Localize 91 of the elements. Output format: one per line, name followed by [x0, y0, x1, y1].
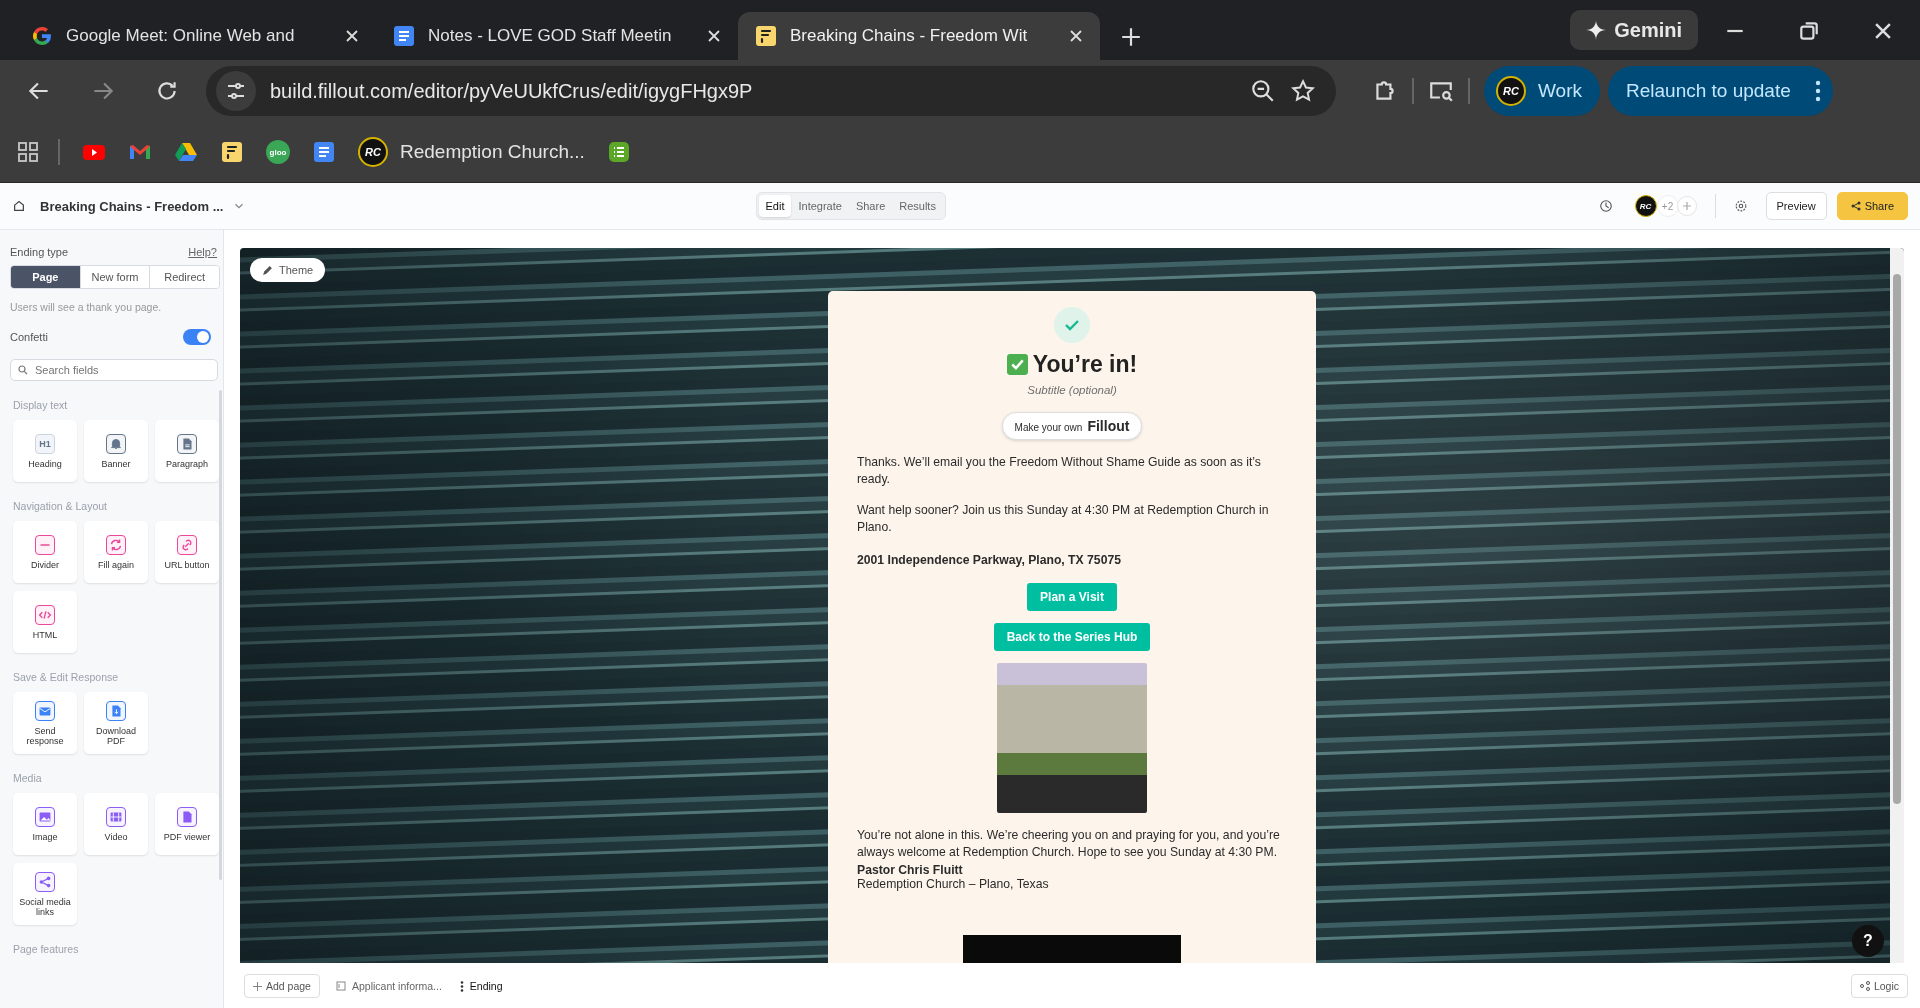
search-field[interactable]: Search fields — [10, 359, 218, 381]
field-tile[interactable]: Video — [84, 793, 148, 855]
field-tile[interactable]: Divider — [13, 521, 77, 583]
field-tile[interactable]: Download PDF — [84, 692, 148, 754]
ending-caption: Users will see a thank you page. — [10, 301, 163, 313]
ending-type-label: Ending type — [10, 246, 69, 258]
field-tile[interactable]: Send response — [13, 692, 77, 754]
collaborator-count: +2 — [1656, 195, 1679, 217]
list-icon[interactable] — [606, 140, 631, 164]
google-logo-icon — [30, 24, 54, 48]
plus-icon[interactable] — [1120, 26, 1142, 48]
help-link[interactable]: Help? — [188, 246, 217, 258]
bookmark[interactable]: RC Redemption Church... — [358, 137, 585, 167]
section-heading: Navigation & Layout — [13, 500, 108, 512]
section-heading: Page features — [13, 943, 80, 955]
field-tile[interactable]: PDF viewer — [155, 793, 219, 855]
form-step-tab[interactable]: Ending — [457, 976, 505, 996]
star-icon[interactable] — [1290, 78, 1316, 104]
section-heading: Display text — [13, 399, 69, 411]
mode-tab[interactable]: Results — [892, 195, 943, 217]
mode-tab[interactable]: Edit — [758, 195, 792, 217]
history-clock-icon[interactable] — [1598, 199, 1613, 213]
section-heading: Save & Edit Response — [13, 671, 120, 683]
document-icon — [312, 140, 336, 164]
ending-title: You’re in! — [1032, 351, 1138, 378]
field-tile[interactable]: URL button — [155, 521, 219, 583]
browser-tab[interactable]: Google Meet: Online Web and — [14, 12, 376, 60]
home-icon[interactable] — [12, 199, 26, 213]
share-button[interactable]: Share — [1836, 192, 1908, 220]
check-circle-icon — [1054, 307, 1090, 343]
field-tile[interactable]: Fill again — [84, 521, 148, 583]
theme-button[interactable]: Theme — [250, 258, 326, 282]
ending-type-option[interactable]: Redirect — [149, 266, 219, 288]
scrollbar[interactable] — [1890, 248, 1904, 963]
field-tile[interactable]: Paragraph — [155, 420, 219, 482]
url-text: build.fillout.com/editor/pyVeUUkfCrus/edit/igygFHgx9P — [270, 79, 754, 103]
relaunch-button[interactable]: Relaunch to update — [1608, 66, 1833, 116]
close-icon[interactable] — [344, 28, 360, 44]
preview-button[interactable]: Preview — [1765, 192, 1827, 220]
field-tile[interactable]: Image — [13, 793, 77, 855]
mode-tab[interactable]: Integrate — [791, 195, 849, 217]
confetti-label: Confetti — [10, 331, 48, 343]
branch-icon — [1859, 981, 1870, 991]
gemini-button[interactable]: Gemini — [1570, 10, 1698, 50]
checkbox-icon — [1006, 354, 1028, 375]
close-icon[interactable] — [706, 28, 722, 44]
more-icon — [459, 980, 464, 992]
browser-tab[interactable]: Breaking Chains - Freedom Wit — [738, 12, 1100, 60]
message-paragraph: Thanks. We’ll email you the Freedom Without Shame Guide as soon as it’s ready. — [857, 454, 1262, 489]
apps-grid-icon[interactable] — [16, 140, 40, 164]
heading-icon: H1 — [35, 433, 55, 454]
settings-icon[interactable] — [1733, 199, 1748, 213]
close-icon[interactable] — [1068, 28, 1084, 44]
more-icon — [1814, 80, 1821, 102]
search-icon — [18, 365, 28, 375]
share-icon — [1850, 201, 1861, 211]
field-tile[interactable]: HTML — [13, 591, 77, 653]
fillout-badge[interactable]: Make your own Fillout — [1001, 412, 1143, 440]
signature-name: Pastor Chris Fluitt — [857, 862, 964, 877]
form-icon — [220, 140, 244, 164]
pencil-icon — [262, 264, 273, 276]
triangle-icon[interactable] — [174, 140, 198, 164]
plus-icon — [253, 981, 262, 991]
browser-tab[interactable]: Notes - LOVE GOD Staff Meetin — [376, 12, 738, 60]
profile-button[interactable]: RC Work — [1484, 66, 1600, 116]
add-page-button[interactable]: Add page — [244, 974, 320, 998]
zoom-out-icon[interactable] — [1250, 78, 1276, 104]
section-heading: Media — [13, 772, 43, 784]
subtitle-input[interactable]: Subtitle (optional) — [1027, 384, 1117, 396]
site-settings-icon[interactable] — [216, 71, 256, 111]
mode-tab[interactable]: Share — [848, 195, 893, 217]
help-button[interactable]: ? — [1852, 925, 1884, 957]
address-bar[interactable]: build.fillout.com/editor/pyVeUUkfCrus/edit/igygFHgx9P — [206, 66, 1336, 116]
field-tile[interactable]: Social media links — [13, 863, 77, 925]
confetti-toggle[interactable] — [183, 329, 211, 345]
form-title[interactable]: Breaking Chains - Freedom ... — [40, 198, 224, 214]
user-avatar[interactable]: RC — [1634, 195, 1657, 217]
logic-button[interactable]: Logic — [1850, 974, 1908, 998]
form-icon — [754, 24, 778, 48]
message-paragraph: Want help sooner? Join us this Sunday at 4:30 PM at Redemption Church in Plano. — [857, 502, 1270, 537]
field-tile[interactable]: Banner — [84, 420, 148, 482]
document-icon — [392, 24, 416, 48]
church-location: Redemption Church – Plano, Texas — [857, 876, 1050, 891]
ending-type-option[interactable]: Page — [11, 266, 80, 288]
ending-type-option[interactable]: New form — [79, 266, 150, 288]
form-step-tab[interactable]: Applicant informa... — [333, 976, 444, 996]
closing-paragraph: You’re not alone in this. We’re cheering you on and praying for you, and you’re always welcome at Redemption Church. Hope to see you Sunday at 4:30 PM. — [857, 827, 1281, 862]
restore-icon[interactable] — [1798, 20, 1820, 42]
address-text: 2001 Independence Parkway, Plano, TX 75075 — [857, 552, 1122, 570]
document-icon — [335, 981, 346, 991]
field-tile[interactable]: H1 Heading — [13, 420, 77, 482]
